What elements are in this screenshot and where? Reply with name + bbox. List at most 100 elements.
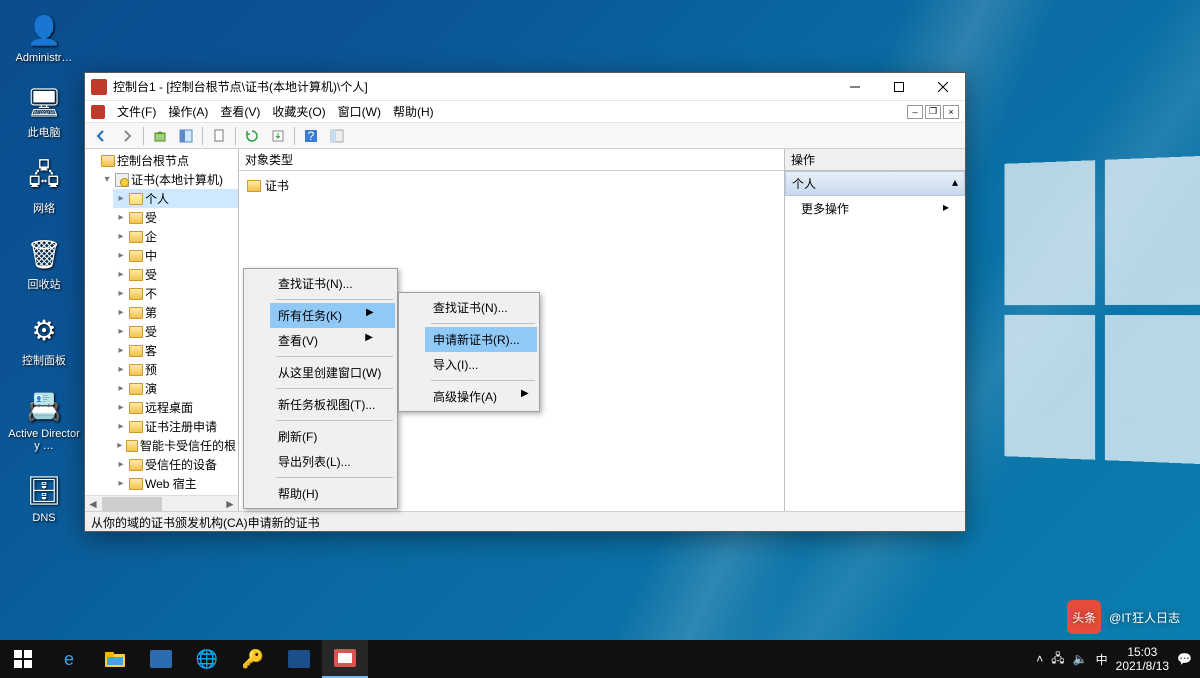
tree-store[interactable]: ▾ 证书(本地计算机)	[99, 170, 238, 189]
collapse-icon: ▴	[952, 175, 958, 192]
status-bar: 从你的域的证书颁发机构(CA)申请新的证书	[85, 511, 965, 531]
tree-node[interactable]: ▸ 受	[113, 322, 238, 341]
menu-item[interactable]: 查看(V)	[214, 101, 266, 122]
desktop-icon[interactable]: ⚙ 控制面板	[8, 310, 80, 368]
taskbar-app2[interactable]: 🔑	[230, 640, 276, 678]
submenu-arrow-icon: ▶	[521, 388, 529, 405]
taskbar-server-manager[interactable]	[138, 640, 184, 678]
desktop-app-icon: 👤	[24, 10, 64, 50]
folder-icon	[129, 250, 143, 262]
tree-node[interactable]: ▸ 预	[113, 360, 238, 379]
show-hide-tree-button[interactable]	[174, 125, 198, 147]
tree-node[interactable]: ▸ 个人	[113, 189, 238, 208]
app-icon	[91, 79, 107, 95]
folder-icon	[129, 345, 143, 357]
window-title: 控制台1 - [控制台根节点\证书(本地计算机)\个人]	[113, 78, 833, 95]
minimize-button[interactable]	[833, 73, 877, 101]
mdi-controls[interactable]: – ❐ ×	[907, 105, 959, 119]
tree-node[interactable]: ▸ 不	[113, 284, 238, 303]
desktop-app-icon: 🖥	[24, 82, 64, 122]
help-button[interactable]: ?	[299, 125, 323, 147]
folder-icon	[101, 155, 115, 167]
taskbar-mmc[interactable]	[322, 640, 368, 678]
system-tray[interactable]: ˄ 🖧 🔈 中 15:03 2021/8/13 💬	[1036, 645, 1200, 674]
desktop-icon[interactable]: 📇Active Directory …	[8, 386, 80, 452]
folder-icon	[129, 288, 143, 300]
desktop-icon[interactable]: 🖧网络	[8, 158, 80, 216]
menu-item[interactable]: 帮助(H)	[387, 101, 440, 122]
menu-item[interactable]: 文件(F)	[111, 101, 162, 122]
desktop-icon[interactable]: 🗑回收站	[8, 234, 80, 292]
menu-item[interactable]: 窗口(W)	[332, 101, 387, 122]
tray-chevron-icon[interactable]: ˄	[1036, 652, 1043, 666]
actions-more[interactable]: 更多操作 ▸	[785, 196, 965, 221]
tree-node[interactable]: ▸ 中	[113, 246, 238, 265]
desktop-icon-label: Active Directory …	[8, 428, 80, 452]
mdi-close-icon[interactable]: ×	[943, 105, 959, 119]
taskbar[interactable]: e 🌐 🔑 ˄ 🖧 🔈 中 15:03 2021/8/13 💬	[0, 640, 1200, 678]
tree-node[interactable]: ▸ 演	[113, 379, 238, 398]
folder-icon	[126, 440, 137, 452]
folder-icon	[129, 383, 143, 395]
desktop-icon[interactable]: 🗄DNS	[8, 470, 80, 524]
tray-sound-icon[interactable]: 🔈	[1073, 652, 1088, 666]
menu-item[interactable]: 收藏夹(O)	[266, 101, 331, 122]
actions-pane: 操作 个人 ▴ 更多操作 ▸	[785, 149, 965, 511]
desktop-icons: 👤Administr… 🖥 此电脑 🖧网络 🗑回收站 ⚙ 控制面板 📇Active Direc…	[8, 10, 80, 524]
scroll-left-icon[interactable]: ◄	[85, 496, 101, 511]
tray-notifications-icon[interactable]: 💬	[1177, 652, 1192, 666]
copy-button[interactable]	[207, 125, 231, 147]
titlebar[interactable]: 控制台1 - [控制台根节点\证书(本地计算机)\个人]	[85, 73, 965, 101]
context-menu[interactable]: 查找证书(N)...所有任务(K)▶查看(V)▶从这里创建窗口(W)新任务板视图…	[243, 268, 398, 509]
taskbar-ie[interactable]: e	[46, 640, 92, 678]
export-button[interactable]	[266, 125, 290, 147]
tree-node[interactable]: ▸ 远程桌面	[113, 398, 238, 417]
tree-root[interactable]: 控制台根节点	[85, 151, 238, 170]
folder-icon	[129, 478, 143, 490]
options-button[interactable]	[325, 125, 349, 147]
tray-ime[interactable]: 中	[1096, 651, 1108, 668]
tree-node[interactable]: ▸ 受	[113, 208, 238, 227]
tree-node[interactable]: ▸ 企	[113, 227, 238, 246]
tree-node[interactable]: ▸ 客	[113, 341, 238, 360]
scroll-thumb[interactable]	[102, 497, 162, 511]
tray-clock[interactable]: 15:03 2021/8/13	[1116, 645, 1169, 674]
taskbar-app3[interactable]	[276, 640, 322, 678]
folder-icon	[129, 402, 143, 414]
mdi-minimize-icon[interactable]: –	[907, 105, 923, 119]
back-button[interactable]	[89, 125, 113, 147]
list-item[interactable]: 证书	[245, 175, 778, 196]
tree-scrollbar[interactable]: ◄ ►	[85, 495, 238, 511]
column-header[interactable]: 对象类型	[239, 149, 784, 171]
taskbar-explorer[interactable]	[92, 640, 138, 678]
context-submenu[interactable]: 查找证书(N)...申请新证书(R)...导入(I)...高级操作(A)▶	[398, 292, 540, 412]
desktop-icon-label: DNS	[32, 512, 55, 524]
tree-node[interactable]: ▸ 证书注册申请	[113, 417, 238, 436]
tree-node[interactable]: ▸ 受	[113, 265, 238, 284]
forward-button[interactable]	[115, 125, 139, 147]
tree-node[interactable]: ▸ 受信任的设备	[113, 455, 238, 474]
taskbar-app1[interactable]: 🌐	[184, 640, 230, 678]
scroll-right-icon[interactable]: ►	[222, 496, 238, 511]
menu-item[interactable]: 操作(A)	[162, 101, 214, 122]
tree-pane[interactable]: 控制台根节点 ▾ 证书(本地计算机) ▸ 个人▸ 受▸ 企▸ 中▸ 受▸ 不▸ …	[85, 149, 239, 511]
refresh-button[interactable]	[240, 125, 264, 147]
desktop-app-icon: ⚙	[24, 310, 64, 350]
tree-node[interactable]: ▸ Web 宿主	[113, 474, 238, 493]
tree-node[interactable]: ▸ 第	[113, 303, 238, 322]
desktop-icon-label: 此电脑	[28, 124, 61, 140]
up-button[interactable]	[148, 125, 172, 147]
close-button[interactable]	[921, 73, 965, 101]
desktop-icon[interactable]: 👤Administr…	[8, 10, 80, 64]
maximize-button[interactable]	[877, 73, 921, 101]
toolbar: ?	[85, 123, 965, 149]
folder-icon	[129, 231, 143, 243]
desktop-icon[interactable]: 🖥 此电脑	[8, 82, 80, 140]
desktop-icon-label: 控制面板	[22, 352, 66, 368]
tree-node[interactable]: ▸ 智能卡受信任的根	[113, 436, 238, 455]
start-button[interactable]	[0, 640, 46, 678]
svg-text:?: ?	[308, 129, 315, 143]
actions-selected[interactable]: 个人 ▴	[785, 171, 965, 196]
mdi-restore-icon[interactable]: ❐	[925, 105, 941, 119]
tray-network-icon[interactable]: 🖧	[1051, 649, 1064, 670]
